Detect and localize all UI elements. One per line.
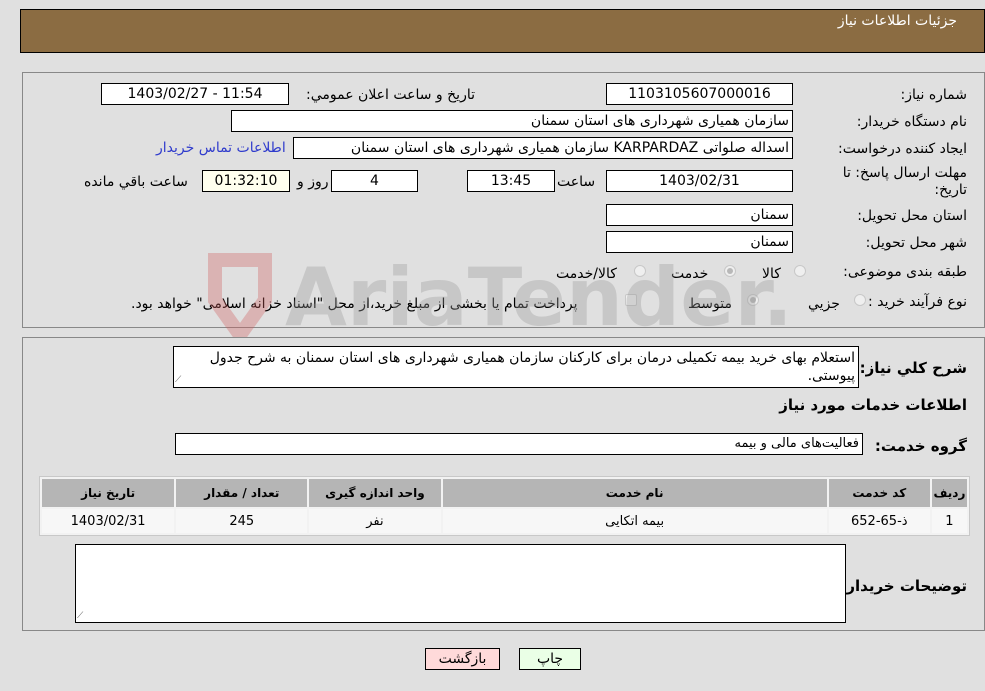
table-header-row: رديف کد خدمت نام خدمت واحد اندازه گيری ت… [42, 479, 967, 507]
back-button[interactable]: بازگشت [425, 648, 500, 670]
announce-datetime-field: 1403/02/27 - 11:54 [101, 83, 289, 105]
deadline-time-field: 13:45 [467, 170, 555, 192]
buyer-notes-textarea[interactable] [75, 544, 846, 623]
purchase-type-option-medium: متوسط [688, 296, 732, 312]
requester-field: اسداله صلواتی KARPARDAZ سازمان همیاری شه… [293, 137, 793, 159]
deadline-time-label: ساعت [557, 174, 596, 190]
buyer-contact-link[interactable]: اطلاعات تماس خريدار [156, 140, 286, 156]
delivery-city-label: شهر محل تحويل: [865, 235, 967, 251]
time-remaining-label: ساعت باقي مانده [84, 174, 188, 190]
purchase-type-option-minor: جزيي [808, 296, 840, 312]
category-radio-goods[interactable] [794, 265, 806, 277]
description-label: شرح کلي نياز: [859, 359, 967, 377]
requester-label: ايجاد کننده درخواست: [838, 141, 967, 157]
buyer-org-field: سازمان همیاری شهرداری های استان سمنان [231, 110, 793, 132]
cell-service-name: بیمه اتکایی [442, 509, 827, 533]
category-label: طبقه بندی موضوعی: [843, 264, 967, 280]
print-button[interactable]: چاپ [519, 648, 581, 670]
days-label: روز و [297, 174, 329, 190]
service-group-label: گروه خدمت: [874, 437, 967, 455]
time-remaining-field: 01:32:10 [202, 170, 290, 192]
deadline-date-field: 1403/02/31 [606, 170, 793, 192]
cell-row-number: 1 [931, 509, 967, 533]
description-text: استعلام بهای خرید بیمه تکمیلی درمان برای… [209, 350, 855, 384]
service-group-field: فعالیت‌های مالی و بیمه [175, 433, 863, 455]
announce-datetime-label: تاریخ و ساعت اعلان عمومي: [306, 87, 475, 103]
delivery-city-field: سمنان [606, 231, 793, 253]
deadline-label: مهلت ارسال پاسخ: تا تاریخ: [842, 165, 967, 198]
buyer-notes-label: توضيحات خريدار: [840, 577, 967, 595]
page-title: جزئیات اطلاعات نیاز [837, 13, 957, 29]
table-row: 1 ذ-65-652 بیمه اتکایی نفر 245 1403/02/3… [42, 509, 967, 533]
resize-grip-icon[interactable]: ⟋ [77, 612, 85, 621]
cell-service-code: ذ-65-652 [828, 509, 930, 533]
col-service-code: کد خدمت [828, 479, 930, 507]
category-radio-goods-service[interactable] [634, 265, 646, 277]
services-table: رديف کد خدمت نام خدمت واحد اندازه گيری ت… [39, 476, 970, 536]
delivery-province-label: استان محل تحويل: [857, 208, 967, 224]
need-number-field: 1103105607000016 [606, 83, 793, 105]
cell-need-date: 1403/02/31 [42, 509, 175, 533]
treasury-note: پرداخت تمام یا بخشی از مبلغ خرید،از محل … [131, 296, 578, 312]
need-number-label: شماره نیاز: [900, 87, 968, 103]
description-textarea[interactable]: استعلام بهای خرید بیمه تکمیلی درمان برای… [173, 346, 859, 388]
treasury-checkbox[interactable] [625, 294, 637, 306]
purchase-type-label: نوع فرآيند خريد : [868, 294, 967, 310]
delivery-province-field: سمنان [606, 204, 793, 226]
services-section-title: اطلاعات خدمات مورد نياز [779, 396, 967, 414]
buyer-org-label: نام دستگاه خريدار: [856, 114, 967, 130]
col-unit: واحد اندازه گيری [309, 479, 441, 507]
cell-quantity: 245 [176, 509, 308, 533]
category-radio-service[interactable] [724, 265, 736, 277]
category-option-goods-service: کالا/خدمت [556, 266, 617, 282]
category-option-goods: کالا [762, 266, 781, 282]
days-remaining-field: 4 [331, 170, 418, 192]
purchase-type-radio-minor[interactable] [854, 294, 866, 306]
resize-grip-icon[interactable]: ⟋ [175, 376, 183, 385]
category-option-service: خدمت [671, 266, 709, 282]
col-service-name: نام خدمت [442, 479, 827, 507]
col-need-date: تاريخ نياز [42, 479, 175, 507]
col-quantity: تعداد / مقدار [176, 479, 308, 507]
cell-unit: نفر [309, 509, 441, 533]
purchase-type-radio-medium[interactable] [747, 294, 759, 306]
col-row-number: رديف [931, 479, 967, 507]
